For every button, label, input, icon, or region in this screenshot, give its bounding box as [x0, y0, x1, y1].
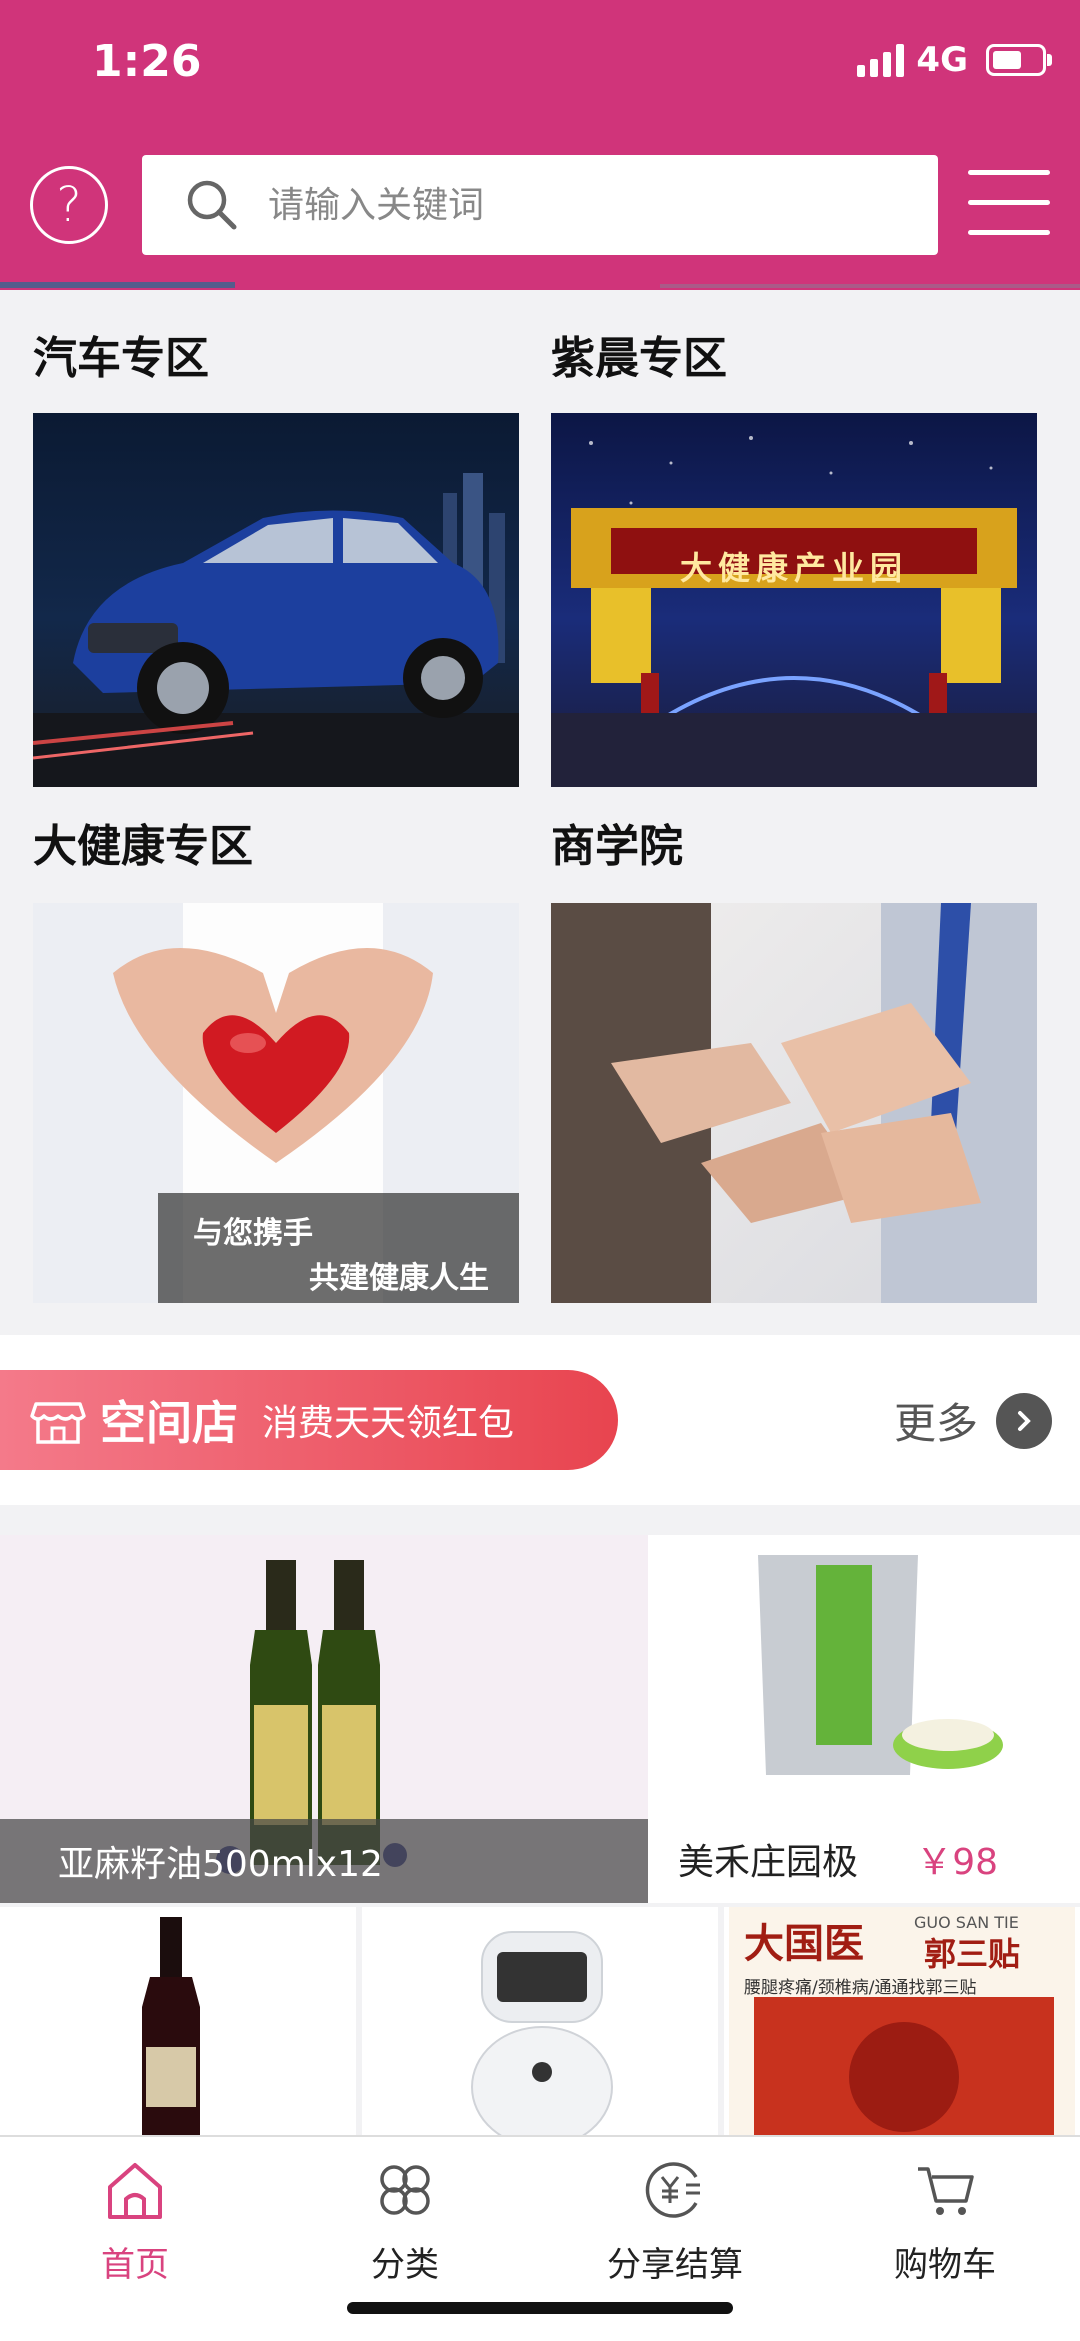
health-zone-image[interactable]: 与您携手 共建健康人生: [33, 903, 519, 1303]
park-gate-illustration: [551, 436, 1037, 787]
health-caption-line1: 与您携手: [193, 1216, 313, 1251]
rice-product-price: ￥98: [916, 1842, 998, 1883]
help-button[interactable]: ?: [30, 166, 108, 244]
robot-image: [471, 1931, 613, 2135]
shop-title: 空间店: [100, 1396, 238, 1450]
nav-category-label: 分类: [371, 2245, 439, 2285]
battery-icon: [986, 44, 1052, 76]
shop-subtitle: 消费天天领红包: [262, 1403, 515, 1444]
featured-product-card[interactable]: 亚麻籽油500mlx12: [0, 1535, 648, 1903]
shop-section: 空间店 消费天天领红包 更多: [0, 1335, 1080, 1505]
tab-indicator-track: [660, 284, 1080, 288]
menu-button[interactable]: [968, 170, 1050, 240]
nav-category[interactable]: 分类: [270, 2155, 540, 2286]
zone-title-car: 汽车专区: [33, 333, 209, 384]
home-icon: [108, 2163, 162, 2219]
rice-product-name: 美禾庄园极: [678, 1842, 859, 1883]
products-section: 亚麻籽油500mlx12 美禾庄园极 ￥98 大国医 GUO SAN TIE 郭…: [0, 1535, 1080, 2135]
wine-bottle-image: [142, 1917, 200, 2135]
nav-share-settle[interactable]: 分享结算: [540, 2155, 810, 2286]
plaster-product-card[interactable]: 大国医 GUO SAN TIE 郭三贴 腰腿疼痛/颈椎病/通通找郭三贴: [724, 1907, 1080, 2135]
search-bar[interactable]: [142, 155, 938, 255]
signal-icon: [857, 43, 905, 77]
joined-hands-illustration: [551, 903, 1037, 1303]
robot-product-card[interactable]: [362, 1907, 718, 2135]
nav-home-label: 首页: [101, 2245, 169, 2285]
chevron-right-icon: [996, 1392, 1052, 1449]
more-label: 更多: [893, 1399, 978, 1448]
rice-bag-image: [758, 1555, 1003, 1775]
wine-product-card[interactable]: [0, 1907, 356, 2135]
health-caption-line2: 共建健康人生: [309, 1261, 489, 1296]
zone-title-health: 大健康专区: [33, 821, 253, 872]
nav-cart-label: 购物车: [894, 2245, 996, 2285]
yuan-coin-icon: [645, 2162, 700, 2218]
park-sign: 大健康产业园: [679, 549, 908, 587]
header-bar: 1:26 4G ?: [0, 0, 1080, 290]
cart-icon: [918, 2167, 974, 2215]
nav-cart[interactable]: 购物车: [810, 2155, 1080, 2286]
zone-title-academy: 商学院: [551, 821, 683, 872]
academy-zone-image[interactable]: [551, 903, 1037, 1303]
plaster-brand-name: 郭三贴: [924, 1935, 1021, 1973]
status-indicators: 4G: [857, 40, 1052, 80]
search-icon: [187, 180, 237, 230]
category-icon: [380, 2165, 430, 2215]
storefront-icon: [30, 1402, 86, 1444]
rice-product-card[interactable]: 美禾庄园极 ￥98: [648, 1535, 1080, 1903]
zone-title-zichen: 紫晨专区: [551, 333, 727, 384]
nav-share-settle-label: 分享结算: [607, 2245, 743, 2285]
more-link[interactable]: 更多: [894, 1390, 1052, 1451]
search-input[interactable]: [266, 183, 870, 227]
status-time: 1:26: [92, 36, 202, 87]
nav-home[interactable]: 首页: [0, 2155, 270, 2286]
shop-banner[interactable]: 空间店 消费天天领红包: [0, 1370, 618, 1470]
plaster-caption: 腰腿疼痛/颈椎病/通通找郭三贴: [744, 1978, 977, 1998]
featured-product-name: 亚麻籽油500mlx12: [0, 1819, 648, 1903]
tab-indicator: [0, 282, 235, 288]
question-icon: ?: [56, 177, 82, 233]
zones-section: 汽车专区 紫晨专区 大健康产业园 大健康专区 商学院 与您携手 共建健康人生: [0, 290, 1080, 1330]
car-zone-image[interactable]: [33, 413, 519, 787]
plaster-sign: 大国医: [744, 1920, 864, 1967]
network-type: 4G: [916, 40, 968, 80]
zichen-zone-image[interactable]: 大健康产业园: [551, 413, 1037, 787]
home-indicator[interactable]: [347, 2302, 733, 2314]
car-illustration: [33, 473, 519, 787]
